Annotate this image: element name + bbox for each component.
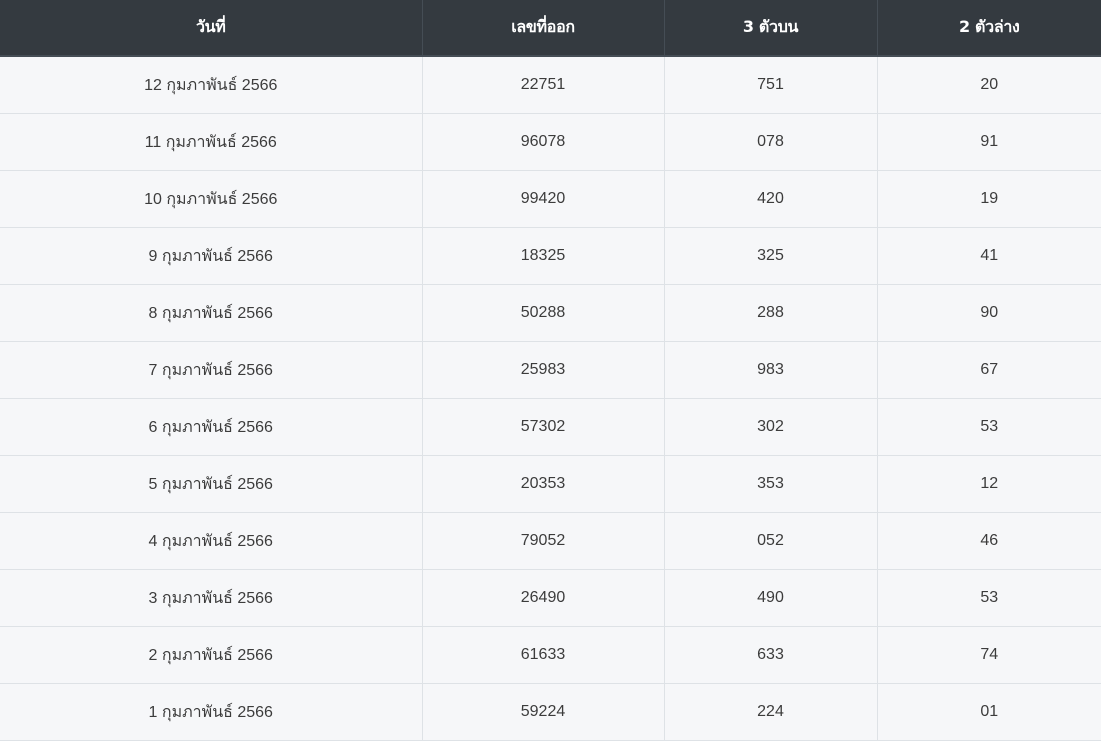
cell-winning-number: 61633 <box>422 626 665 684</box>
cell-bottom-two: 12 <box>877 455 1101 513</box>
table-body: 12 กุมภาพันธ์ 2566 22751 751 20 11 กุมภาพันธ… <box>0 56 1101 741</box>
cell-bottom-two: 90 <box>877 284 1101 342</box>
table-row: 5 กุมภาพันธ์ 2566 20353 353 12 <box>0 455 1101 513</box>
cell-bottom-two: 53 <box>877 398 1101 456</box>
cell-winning-number: 18325 <box>422 227 665 285</box>
cell-bottom-two: 41 <box>877 227 1101 285</box>
lottery-results-table: วันที่ เลขที่ออก 3 ตัวบน 2 ตัวล่าง 12 กุ… <box>0 0 1101 741</box>
header-row: วันที่ เลขที่ออก 3 ตัวบน 2 ตัวล่าง <box>0 0 1101 57</box>
cell-winning-number: 57302 <box>422 398 665 456</box>
cell-date: 8 กุมภาพันธ์ 2566 <box>0 284 423 342</box>
cell-bottom-two: 46 <box>877 512 1101 570</box>
cell-date: 1 กุมภาพันธ์ 2566 <box>0 683 423 741</box>
table-row: 8 กุมภาพันธ์ 2566 50288 288 90 <box>0 284 1101 342</box>
cell-date: 6 กุมภาพันธ์ 2566 <box>0 398 423 456</box>
column-header-date: วันที่ <box>0 0 423 57</box>
column-header-bottom-two: 2 ตัวล่าง <box>877 0 1101 57</box>
cell-date: 2 กุมภาพันธ์ 2566 <box>0 626 423 684</box>
cell-winning-number: 25983 <box>422 341 665 399</box>
cell-top-three: 420 <box>664 170 878 228</box>
cell-top-three: 751 <box>664 56 878 114</box>
table-row: 4 กุมภาพันธ์ 2566 79052 052 46 <box>0 512 1101 570</box>
table-header: วันที่ เลขที่ออก 3 ตัวบน 2 ตัวล่าง <box>0 0 1101 57</box>
cell-top-three: 224 <box>664 683 878 741</box>
table-row: 1 กุมภาพันธ์ 2566 59224 224 01 <box>0 683 1101 741</box>
cell-top-three: 983 <box>664 341 878 399</box>
cell-date: 10 กุมภาพันธ์ 2566 <box>0 170 423 228</box>
cell-winning-number: 79052 <box>422 512 665 570</box>
cell-bottom-two: 74 <box>877 626 1101 684</box>
cell-bottom-two: 19 <box>877 170 1101 228</box>
table-row: 6 กุมภาพันธ์ 2566 57302 302 53 <box>0 398 1101 456</box>
cell-date: 4 กุมภาพันธ์ 2566 <box>0 512 423 570</box>
cell-date: 11 กุมภาพันธ์ 2566 <box>0 113 423 171</box>
cell-bottom-two: 67 <box>877 341 1101 399</box>
cell-top-three: 288 <box>664 284 878 342</box>
cell-top-three: 490 <box>664 569 878 627</box>
table-row: 11 กุมภาพันธ์ 2566 96078 078 91 <box>0 113 1101 171</box>
cell-bottom-two: 20 <box>877 56 1101 114</box>
table-row: 3 กุมภาพันธ์ 2566 26490 490 53 <box>0 569 1101 627</box>
cell-bottom-two: 91 <box>877 113 1101 171</box>
table-row: 10 กุมภาพันธ์ 2566 99420 420 19 <box>0 170 1101 228</box>
cell-date: 7 กุมภาพันธ์ 2566 <box>0 341 423 399</box>
column-header-top-three: 3 ตัวบน <box>664 0 878 57</box>
cell-top-three: 353 <box>664 455 878 513</box>
cell-winning-number: 20353 <box>422 455 665 513</box>
cell-winning-number: 22751 <box>422 56 665 114</box>
cell-top-three: 052 <box>664 512 878 570</box>
column-header-winning-number: เลขที่ออก <box>422 0 665 57</box>
cell-top-three: 633 <box>664 626 878 684</box>
cell-bottom-two: 01 <box>877 683 1101 741</box>
cell-winning-number: 59224 <box>422 683 665 741</box>
cell-winning-number: 50288 <box>422 284 665 342</box>
cell-date: 3 กุมภาพันธ์ 2566 <box>0 569 423 627</box>
table-row: 9 กุมภาพันธ์ 2566 18325 325 41 <box>0 227 1101 285</box>
cell-date: 9 กุมภาพันธ์ 2566 <box>0 227 423 285</box>
cell-top-three: 078 <box>664 113 878 171</box>
cell-top-three: 302 <box>664 398 878 456</box>
cell-winning-number: 96078 <box>422 113 665 171</box>
table-row: 7 กุมภาพันธ์ 2566 25983 983 67 <box>0 341 1101 399</box>
cell-date: 5 กุมภาพันธ์ 2566 <box>0 455 423 513</box>
cell-winning-number: 26490 <box>422 569 665 627</box>
table-row: 2 กุมภาพันธ์ 2566 61633 633 74 <box>0 626 1101 684</box>
cell-bottom-two: 53 <box>877 569 1101 627</box>
table-row: 12 กุมภาพันธ์ 2566 22751 751 20 <box>0 56 1101 114</box>
cell-date: 12 กุมภาพันธ์ 2566 <box>0 56 423 114</box>
cell-top-three: 325 <box>664 227 878 285</box>
cell-winning-number: 99420 <box>422 170 665 228</box>
